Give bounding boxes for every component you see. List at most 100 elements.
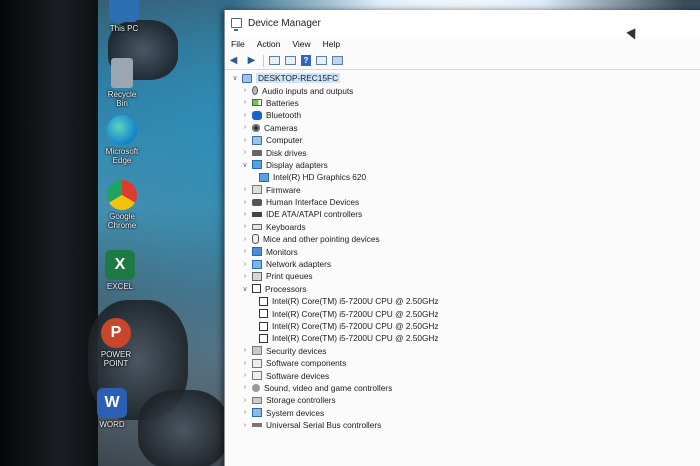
processor-icon	[259, 296, 268, 306]
chevron-right-icon[interactable]: ›	[241, 409, 249, 416]
desktop-icon-word[interactable]: W WORD	[92, 388, 132, 429]
desktop-icon-powerpoint[interactable]: P POWER POINT	[96, 318, 136, 368]
chevron-right-icon[interactable]: ›	[241, 211, 249, 218]
tree-device[interactable]: Intel(R) Core(TM) i5-7200U CPU @ 2.50GHz	[225, 332, 700, 344]
menu-action[interactable]: Action	[257, 39, 281, 49]
tree-category[interactable]: › IDE ATA/ATAPI controllers	[225, 208, 700, 220]
tree-category[interactable]: › Cameras	[225, 122, 700, 134]
chevron-right-icon[interactable]: ›	[241, 384, 249, 391]
desktop-icon-label: POWER POINT	[100, 350, 132, 368]
powerpoint-icon: P	[101, 318, 131, 348]
chevron-right-icon[interactable]: ›	[241, 360, 249, 367]
chevron-right-icon[interactable]: ›	[241, 137, 249, 144]
tree-category[interactable]: ∨ Display adapters	[225, 159, 700, 171]
desktop-icon-this-pc[interactable]: This PC	[104, 0, 144, 33]
chevron-right-icon[interactable]: ›	[241, 223, 249, 230]
chevron-right-icon[interactable]: ›	[241, 273, 249, 280]
processor-icon	[259, 309, 268, 319]
tree-category[interactable]: › Storage controllers	[225, 394, 700, 406]
processor-icon	[252, 284, 261, 294]
tree-category-label: Computer	[266, 135, 303, 146]
tree-category[interactable]: › Mice and other pointing devices	[225, 233, 700, 245]
desktop-icon-chrome[interactable]: Google Chrome	[102, 180, 142, 230]
tree-category[interactable]: › Security devices	[225, 345, 700, 357]
tree-category[interactable]: › Keyboards	[225, 221, 700, 233]
computer-scan-icon[interactable]	[332, 56, 343, 65]
tree-category-label: System devices	[266, 407, 325, 418]
tree-category[interactable]: › Network adapters	[225, 258, 700, 270]
tree-category[interactable]: › Sound, video and game controllers	[225, 382, 700, 394]
chevron-right-icon[interactable]: ›	[241, 347, 249, 354]
tree-category[interactable]: › Software devices	[225, 369, 700, 381]
tree-category[interactable]: › System devices	[225, 407, 700, 419]
tree-category[interactable]: › Batteries	[225, 97, 700, 109]
tree-device[interactable]: Intel(R) Core(TM) i5-7200U CPU @ 2.50GHz	[225, 320, 700, 332]
network-adapter-icon	[252, 259, 262, 269]
desktop-icon-recycle-bin[interactable]: Recycle Bin	[102, 58, 142, 108]
tree-device[interactable]: Intel(R) Core(TM) i5-7200U CPU @ 2.50GHz	[225, 307, 700, 319]
tree-category[interactable]: › Bluetooth	[225, 109, 700, 121]
tree-category-label: Network adapters	[266, 259, 332, 270]
chevron-right-icon[interactable]: ›	[241, 112, 249, 119]
tree-category-label: Mice and other pointing devices	[263, 234, 380, 245]
tree-category[interactable]: › Universal Serial Bus controllers	[225, 419, 700, 431]
chevron-down-icon[interactable]: ∨	[231, 74, 239, 82]
show-hide-icon[interactable]	[285, 56, 296, 65]
tree-category[interactable]: › Disk drives	[225, 146, 700, 158]
update-icon[interactable]	[316, 56, 327, 65]
properties-icon[interactable]	[269, 56, 280, 65]
menu-view[interactable]: View	[292, 39, 310, 49]
photo-of-screen: { "desktop": { "icons": [ {"label": "Thi…	[0, 0, 700, 466]
chevron-right-icon[interactable]: ›	[241, 124, 249, 131]
battery-icon	[252, 99, 262, 107]
tree-category[interactable]: › Firmware	[225, 184, 700, 196]
chevron-right-icon[interactable]: ›	[241, 149, 249, 156]
back-arrow-icon[interactable]: ◀	[227, 55, 240, 67]
tree-category[interactable]: › Software components	[225, 357, 700, 369]
desktop-icon-edge[interactable]: Microsoft Edge	[102, 115, 142, 165]
tree-device-label: Intel(R) Core(TM) i5-7200U CPU @ 2.50GHz	[272, 308, 439, 319]
desktop-icon-excel[interactable]: X EXCEL	[100, 250, 140, 291]
forward-arrow-icon[interactable]: ▶	[245, 55, 258, 67]
tree-device[interactable]: Intel(R) HD Graphics 620	[225, 171, 700, 183]
desktop-icon-label: Recycle Bin	[107, 90, 137, 108]
tree-category[interactable]: ∨ Processors	[225, 283, 700, 295]
chevron-right-icon[interactable]: ›	[241, 87, 249, 94]
tree-device-label: Intel(R) Core(TM) i5-7200U CPU @ 2.50GHz	[272, 321, 439, 331]
tree-root[interactable]: ∨ DESKTOP-REC15FC	[225, 72, 700, 84]
chevron-right-icon[interactable]: ›	[241, 236, 249, 243]
keyboard-icon	[252, 223, 262, 230]
chevron-right-icon[interactable]: ›	[241, 186, 249, 193]
tree-category[interactable]: › Computer	[225, 134, 700, 146]
tree-category[interactable]: › Human Interface Devices	[225, 196, 700, 208]
storage-controller-icon	[252, 396, 262, 404]
tree-category-label: Bluetooth	[266, 110, 302, 121]
tree-category[interactable]: › Print queues	[225, 270, 700, 282]
hid-icon	[252, 198, 262, 206]
chevron-right-icon[interactable]: ›	[241, 372, 249, 379]
tree-category[interactable]: › Audio inputs and outputs	[225, 84, 700, 96]
menu-help[interactable]: Help	[323, 39, 340, 49]
tree-device[interactable]: Intel(R) Core(TM) i5-7200U CPU @ 2.50GHz	[225, 295, 700, 307]
help-icon[interactable]: ?	[301, 55, 311, 66]
toolbar: ◀ ▶ ?	[225, 52, 700, 70]
menu-file[interactable]: File	[231, 39, 245, 49]
chevron-right-icon[interactable]: ›	[241, 422, 249, 429]
chevron-right-icon[interactable]: ›	[241, 199, 249, 206]
chevron-right-icon[interactable]: ›	[241, 248, 249, 255]
desktop-icon-label: This PC	[109, 24, 139, 33]
tree-category-label: Software components	[266, 358, 347, 369]
chevron-right-icon[interactable]: ›	[241, 397, 249, 404]
recycle-bin-icon	[111, 58, 133, 88]
printer-icon	[252, 271, 262, 281]
chevron-right-icon[interactable]: ›	[241, 99, 249, 106]
device-manager-icon	[231, 18, 242, 31]
chevron-down-icon[interactable]: ∨	[241, 161, 249, 169]
window-title: Device Manager	[248, 17, 321, 29]
chevron-right-icon[interactable]: ›	[241, 261, 249, 268]
mouse-icon	[252, 234, 259, 245]
desktop-icon-label: EXCEL	[106, 282, 134, 291]
tree-category[interactable]: › Monitors	[225, 245, 700, 257]
bluetooth-icon	[252, 110, 262, 120]
chevron-down-icon[interactable]: ∨	[241, 285, 249, 293]
